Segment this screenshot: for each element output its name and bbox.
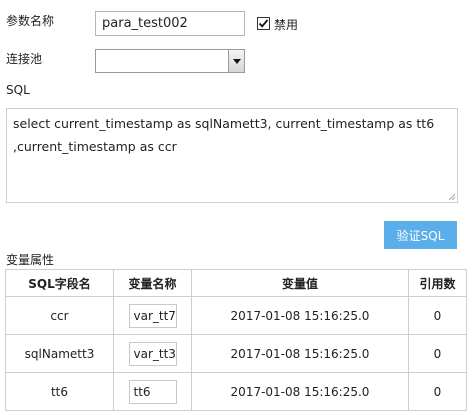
ref-count-cell: 0	[408, 372, 467, 411]
table-row: tt6 tt6 2017-01-08 15:16:25.0 0	[5, 372, 467, 411]
checkmark-icon	[258, 19, 269, 28]
header-var-value: 变量值	[191, 269, 409, 297]
var-name-cell: var_tt7	[113, 296, 192, 335]
ref-count-cell: 0	[408, 296, 467, 335]
field-cell: ccr	[5, 296, 114, 335]
field-cell: sqlNamett3	[5, 334, 114, 373]
var-name-cell: var_tt3	[113, 334, 192, 373]
sql-textarea[interactable]: select current_timestamp as sqlNamett3, …	[6, 108, 458, 203]
header-ref-count: 引用数	[408, 269, 467, 297]
table-row: sqlNamett3 var_tt3 2017-01-08 15:16:25.0…	[5, 334, 467, 373]
var-name-input[interactable]: var_tt7	[128, 303, 177, 328]
sql-label: SQL	[6, 83, 30, 97]
table-header-row: SQL字段名 变量名称 变量值 引用数	[5, 269, 467, 297]
resize-handle-icon[interactable]	[448, 193, 456, 201]
triangle-down-icon	[232, 58, 241, 64]
pool-label: 连接池	[6, 52, 43, 66]
table-row: ccr var_tt7 2017-01-08 15:16:25.0 0	[5, 296, 467, 335]
var-name-input[interactable]: tt6	[128, 379, 177, 404]
var-name-input[interactable]: var_tt3	[128, 341, 177, 366]
disabled-checkbox[interactable]	[257, 17, 270, 30]
validate-sql-button[interactable]: 验证SQL	[384, 221, 457, 249]
variables-table: SQL字段名 变量名称 变量值 引用数 ccr var_tt7 2017-01-…	[5, 269, 467, 411]
pool-dropdown-button[interactable]	[228, 50, 244, 72]
var-value-cell: 2017-01-08 15:16:25.0	[191, 372, 409, 411]
variables-section-label: 变量属性	[6, 253, 55, 267]
param-name-label: 参数名称	[6, 14, 55, 28]
var-name-cell: tt6	[113, 372, 192, 411]
field-cell: tt6	[5, 372, 114, 411]
pool-select[interactable]	[95, 49, 245, 73]
var-value-cell: 2017-01-08 15:16:25.0	[191, 334, 409, 373]
ref-count-cell: 0	[408, 334, 467, 373]
var-value-cell: 2017-01-08 15:16:25.0	[191, 296, 409, 335]
header-sql-field: SQL字段名	[5, 269, 114, 297]
disabled-label: 禁用	[274, 18, 299, 32]
header-var-name: 变量名称	[113, 269, 192, 297]
param-name-input[interactable]: para_test002	[95, 11, 245, 36]
